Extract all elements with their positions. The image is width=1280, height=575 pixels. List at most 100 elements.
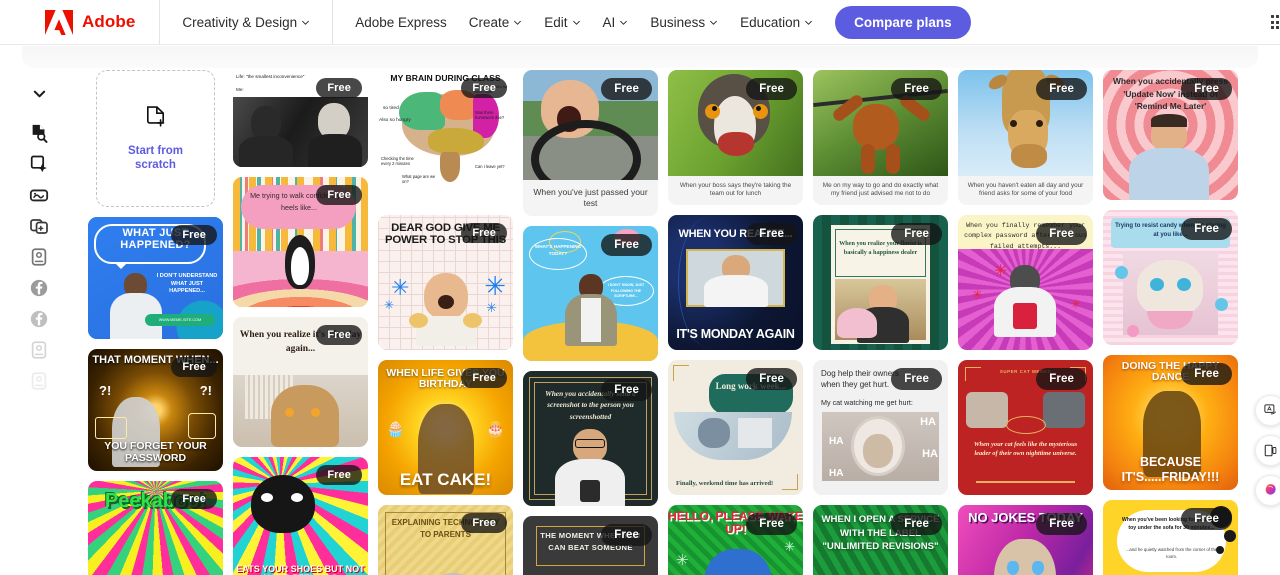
template-card[interactable]: When you've been looking for your cat's …: [1103, 500, 1238, 575]
template-card[interactable]: DOING THE HAPPY DANCE BECAUSE IT'S.....F…: [1103, 355, 1238, 490]
start-from-scratch-card[interactable]: Start from scratch: [88, 70, 223, 207]
card-laugh: HA: [829, 467, 844, 479]
nav-item-label: Adobe Express: [355, 14, 447, 30]
template-card[interactable]: HELLO, PLEASE WAKE UP! ✳ ✳ Free: [668, 504, 803, 575]
grid-column: Me on my way to go and do exactly what m…: [813, 70, 948, 575]
free-badge[interactable]: Free: [601, 524, 652, 547]
template-card[interactable]: THE MOMENT WHEN YOU CAN BEAT SOMEONE Fre…: [523, 516, 658, 575]
free-badge[interactable]: Free: [891, 78, 942, 100]
nav-item-create[interactable]: Create: [469, 15, 523, 30]
nav-item-label: Create: [468, 14, 510, 30]
compare-plans-wrap: Compare plans: [835, 5, 971, 39]
free-badge[interactable]: Free: [891, 367, 942, 390]
free-badge[interactable]: Free: [461, 78, 507, 98]
free-badge[interactable]: Free: [601, 379, 652, 402]
free-badge[interactable]: Free: [316, 465, 362, 485]
sidebar-item-id-card[interactable]: [26, 337, 52, 363]
free-badge[interactable]: Free: [891, 222, 942, 245]
free-badge[interactable]: Free: [316, 185, 362, 205]
free-badge[interactable]: Free: [171, 357, 217, 377]
compare-plans-button[interactable]: Compare plans: [835, 5, 971, 39]
sidebar-item-id-card[interactable]: [26, 244, 52, 270]
free-badge[interactable]: Free: [171, 489, 217, 509]
sidebar-item-image-spark[interactable]: [26, 151, 52, 177]
template-card[interactable]: When you finally remember your complex p…: [958, 214, 1093, 350]
template-card[interactable]: EXPLAINING TECHNOLOGY TO PARENTS Free: [378, 505, 513, 575]
template-card[interactable]: Peekaboo! Free: [88, 481, 223, 575]
nav-item-edit[interactable]: Edit: [544, 15, 580, 30]
template-card[interactable]: Me trying to walk confidently in heels l…: [233, 177, 368, 307]
sidebar-item-video-frame[interactable]: [26, 182, 52, 208]
ai-assistant-button[interactable]: [1255, 475, 1280, 506]
free-badge[interactable]: Free: [1181, 363, 1232, 385]
template-card[interactable]: DEAR GOD GIVE ME POWER TO STOP THIS ✳ ✳ …: [378, 215, 513, 350]
template-card[interactable]: Long work week... Finally, weekend time …: [668, 359, 803, 495]
nav-item-creativity-design[interactable]: Creativity & Design: [182, 15, 310, 30]
template-card[interactable]: THAT MOMENT WHEN... ?! ?! YOU FORGET YOU…: [88, 349, 223, 471]
nav-item-ai[interactable]: AI: [603, 15, 629, 30]
template-grid: Start from scratch WHAT JUST HAPPENED? I…: [88, 70, 1253, 575]
template-card[interactable]: Life: "the smallest inconvenience" Me: F…: [233, 70, 368, 167]
template-card[interactable]: Me on my way to go and do exactly what m…: [813, 70, 948, 205]
free-badge[interactable]: Free: [891, 512, 942, 535]
free-badge[interactable]: Free: [746, 222, 797, 245]
template-card[interactable]: NO JOKES TODAY Free: [958, 504, 1093, 575]
template-card[interactable]: When your boss says they're taking the t…: [668, 70, 803, 205]
template-card[interactable]: When you've just passed your test Free: [523, 70, 658, 217]
template-card[interactable]: When you accidentally press 'Update Now'…: [1103, 70, 1238, 200]
template-card[interactable]: When you haven't eaten all day and your …: [958, 70, 1093, 205]
template-card[interactable]: When you accidentally send a screenshot …: [523, 371, 658, 507]
template-card[interactable]: SUPER CAT MEMES When your cat feels like…: [958, 359, 1093, 495]
resize-page-button[interactable]: [1255, 435, 1280, 466]
sidebar-item-document-search[interactable]: [26, 120, 52, 146]
template-card[interactable]: Dog help their owners when they get hurt…: [813, 359, 948, 495]
free-badge[interactable]: Free: [1181, 78, 1232, 100]
free-badge[interactable]: Free: [461, 513, 507, 533]
free-badge[interactable]: Free: [316, 325, 362, 345]
free-badge[interactable]: Free: [171, 225, 217, 245]
template-card[interactable]: WHAT'S HAPPENING TODAY? I DON'T KNOW, JU…: [523, 226, 658, 362]
nav-item-education[interactable]: Education: [740, 15, 813, 30]
template-card[interactable]: WHEN I OPEN A SERVICE WITH THE LABEL "UN…: [813, 504, 948, 575]
card-subtitle: Finally, weekend time has arrived!: [676, 480, 774, 488]
id-card-icon: [31, 372, 47, 390]
template-card[interactable]: When you realize it's Monday again... Fr…: [233, 317, 368, 447]
template-card[interactable]: WHEN YOU REALIZE... IT'S MONDAY AGAIN Fr…: [668, 214, 803, 350]
sidebar-item-layers-stack[interactable]: [26, 213, 52, 239]
sub-header-bar: [22, 46, 1258, 68]
image-spark-icon: [30, 155, 47, 173]
start-from-scratch-tile[interactable]: Start from scratch: [96, 70, 215, 207]
template-card[interactable]: WHAT JUST HAPPENED? I DON'T UNDERSTAND W…: [88, 217, 223, 339]
free-badge[interactable]: Free: [1181, 218, 1232, 240]
free-badge[interactable]: Free: [1036, 78, 1087, 100]
nav-item-label: Education: [740, 14, 801, 30]
free-badge[interactable]: Free: [746, 367, 797, 390]
nav-item-business[interactable]: Business: [650, 15, 718, 30]
adobe-brand[interactable]: Adobe: [0, 0, 161, 45]
template-card[interactable]: WHEN LIFE GIVES YOU BIRTHDAY 🧁 🎂 EAT CAK…: [378, 360, 513, 495]
template-card[interactable]: When you realize your florist is basical…: [813, 214, 948, 350]
text-translate-button[interactable]: [1255, 395, 1280, 426]
template-card[interactable]: Trying to resist candy when it's staring…: [1103, 210, 1238, 345]
adobe-logo-icon: [45, 9, 73, 35]
grid-column: When you've just passed your test Free W…: [523, 70, 658, 575]
sidebar-item-id-card[interactable]: [26, 368, 52, 394]
free-badge[interactable]: Free: [461, 368, 507, 388]
free-badge[interactable]: Free: [461, 223, 507, 243]
nav-item-adobe-express[interactable]: Adobe Express: [355, 15, 447, 30]
template-card[interactable]: MY BRAIN DURING CLASS so tired Also so h…: [378, 70, 513, 205]
free-badge[interactable]: Free: [1036, 367, 1087, 390]
free-badge[interactable]: Free: [316, 78, 362, 98]
sidebar-item-facebook[interactable]: [26, 275, 52, 301]
sidebar-collapse-toggle[interactable]: [26, 80, 52, 106]
free-badge[interactable]: Free: [746, 78, 797, 100]
free-badge[interactable]: Free: [746, 512, 797, 535]
grid-dots-icon[interactable]: [1270, 14, 1280, 30]
free-badge[interactable]: Free: [1036, 512, 1087, 535]
sidebar-item-facebook[interactable]: [26, 306, 52, 332]
free-badge[interactable]: Free: [601, 78, 652, 100]
free-badge[interactable]: Free: [1181, 508, 1232, 530]
free-badge[interactable]: Free: [601, 234, 652, 257]
template-card[interactable]: EATS YOUR SHOES BUT NOT YOUR FEELINGS Fr…: [233, 457, 368, 575]
free-badge[interactable]: Free: [1036, 222, 1087, 245]
